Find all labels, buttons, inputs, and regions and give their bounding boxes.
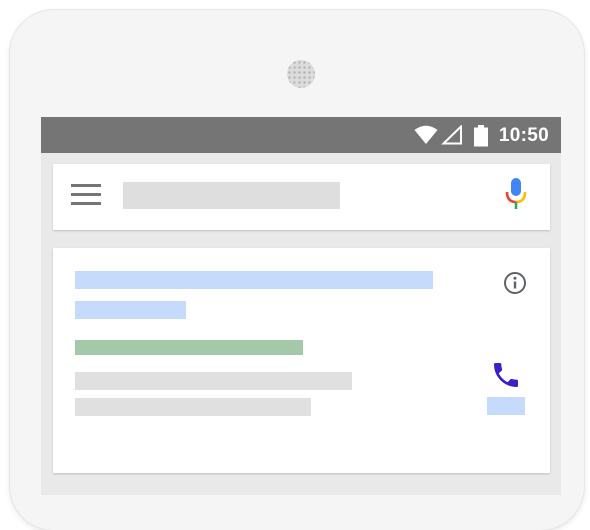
menu-icon[interactable] bbox=[71, 182, 101, 208]
wifi-icon bbox=[414, 125, 438, 144]
cell-signal-icon bbox=[441, 125, 462, 145]
speaker-grille bbox=[287, 60, 315, 88]
battery-icon bbox=[474, 125, 488, 147]
result-text-line-2 bbox=[75, 398, 311, 416]
call-link-placeholder[interactable] bbox=[487, 397, 525, 415]
status-bar: 10:50 bbox=[41, 117, 561, 153]
result-url-placeholder bbox=[75, 340, 303, 355]
result-card bbox=[53, 248, 550, 473]
result-subtitle-placeholder[interactable] bbox=[75, 301, 186, 319]
search-input-placeholder[interactable] bbox=[123, 182, 340, 209]
search-card bbox=[53, 164, 550, 230]
result-title-placeholder[interactable] bbox=[75, 271, 433, 289]
info-icon[interactable] bbox=[503, 271, 527, 295]
phone-device: 10:50 bbox=[10, 10, 584, 530]
mic-icon[interactable] bbox=[504, 178, 528, 212]
phone-icon[interactable] bbox=[490, 359, 522, 391]
status-time: 10:50 bbox=[498, 125, 549, 146]
phone-screen: 10:50 bbox=[41, 117, 561, 495]
result-text-line-1 bbox=[75, 372, 352, 390]
